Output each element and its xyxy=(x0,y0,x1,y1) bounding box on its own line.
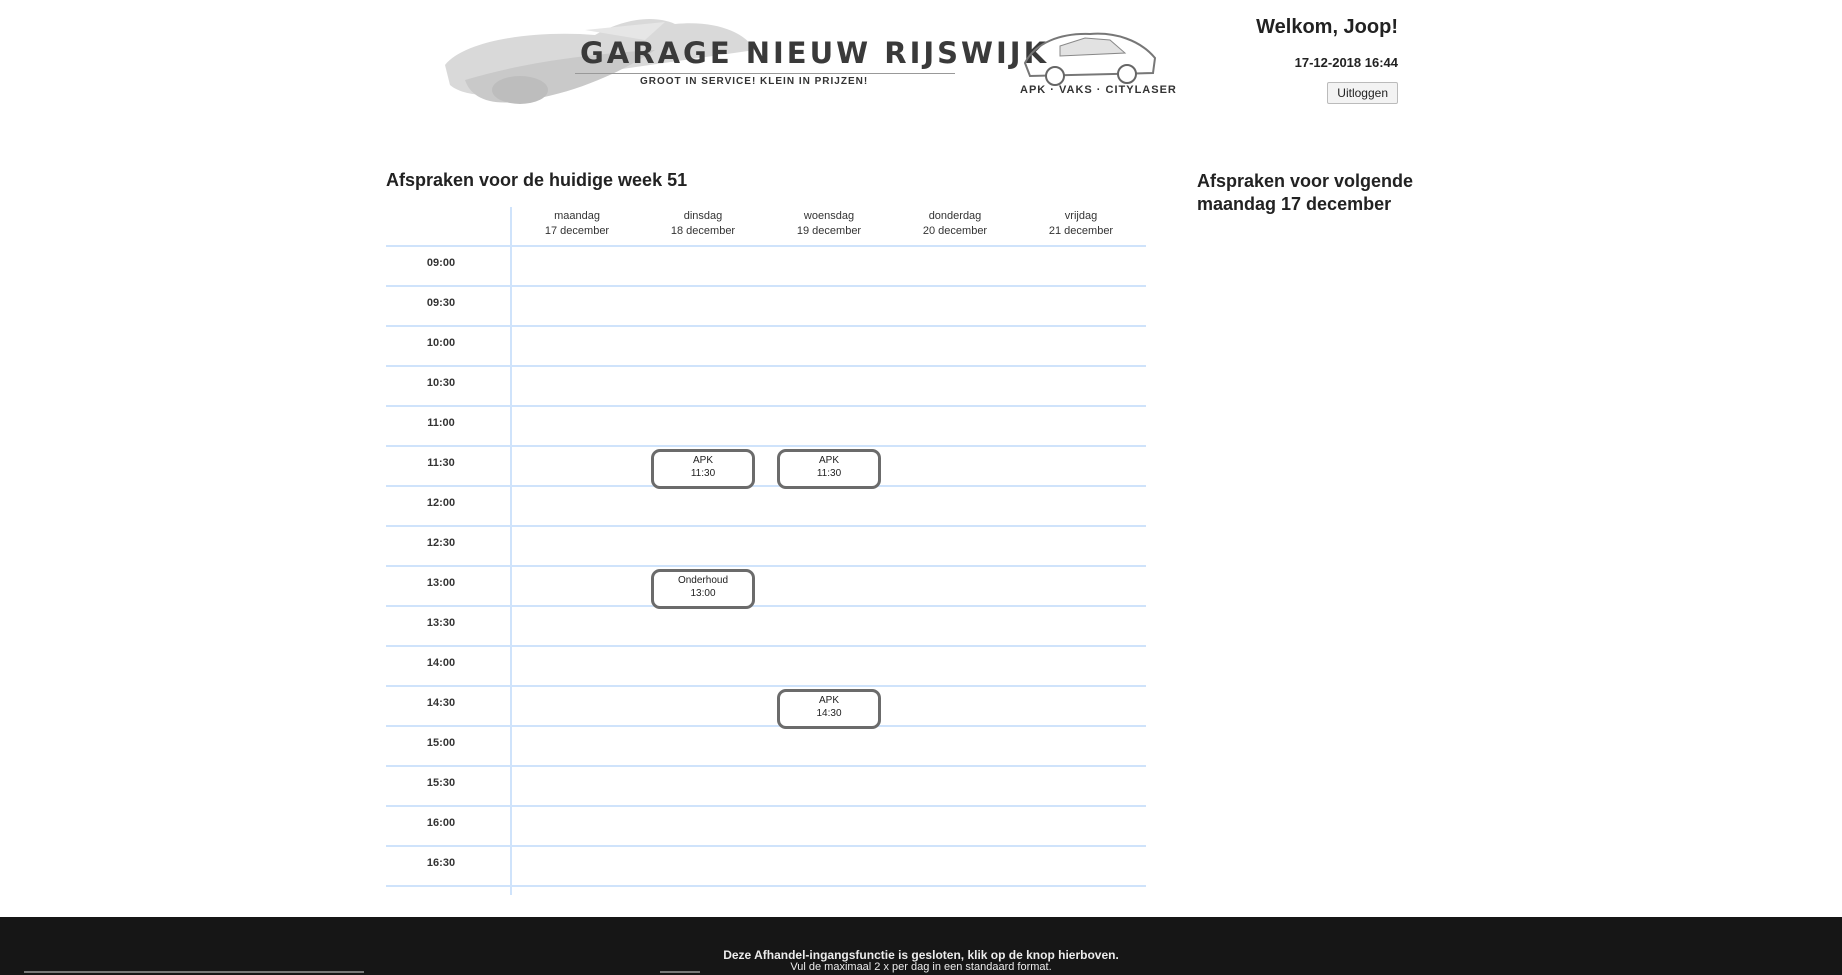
day-header-woensdag: woensdag 19 december xyxy=(766,209,892,239)
grid-row-line xyxy=(386,285,1146,287)
day-header-dinsdag: dinsdag 18 december xyxy=(640,209,766,239)
appointment-type: APK xyxy=(818,455,839,466)
current-datetime: 17-12-2018 16:44 xyxy=(1294,55,1398,70)
appointment-card[interactable]: APK 11:30 xyxy=(651,449,755,489)
time-slot-label: 12:00 xyxy=(426,497,456,509)
time-slot-label: 14:30 xyxy=(426,697,456,709)
grid-row-line xyxy=(386,565,1146,567)
appointment-time: 14:30 xyxy=(816,708,842,719)
next-day-schedule-title: Afspraken voor volgende maandag 17 decem… xyxy=(1197,171,1414,214)
day-name: donderdag xyxy=(928,210,982,222)
appointment-card[interactable]: APK 14:30 xyxy=(777,689,881,729)
grid-row-line xyxy=(386,645,1146,647)
footer-divider-mid xyxy=(660,971,700,973)
footer: Deze Afhandel-ingangsfunctie is gesloten… xyxy=(0,917,1842,975)
brand-divider xyxy=(575,73,955,74)
appointment-type: Onderhoud xyxy=(677,575,729,586)
header: GARAGE NIEUW RIJSWIJK GROOT IN SERVICE! … xyxy=(0,0,1842,130)
time-slot-label: 16:30 xyxy=(426,857,456,869)
time-slot-label: 11:30 xyxy=(427,457,455,469)
brand-title: GARAGE NIEUW RIJSWIJK xyxy=(580,36,1050,70)
appointment-time: 11:30 xyxy=(816,468,842,479)
appointment-type: APK xyxy=(818,695,839,706)
time-slot-label: 12:30 xyxy=(426,537,456,549)
user-panel: Welkom, Joop! 17-12-2018 16:44 Uitloggen xyxy=(1098,12,1398,104)
day-date: 21 december xyxy=(1048,225,1114,237)
time-slot-label: 14:00 xyxy=(426,657,456,669)
day-name: dinsdag xyxy=(683,210,723,222)
appointment-card[interactable]: Onderhoud 13:00 xyxy=(651,569,755,609)
brand-subtitle: GROOT IN SERVICE! KLEIN IN PRIJZEN! xyxy=(640,76,869,87)
grid-row-line xyxy=(386,445,1146,447)
week-calendar: maandag 17 december dinsdag 18 december woen… xyxy=(386,205,1146,895)
grid-row-line xyxy=(386,725,1146,727)
grid-row-line xyxy=(386,805,1146,807)
grid-row-line xyxy=(386,365,1146,367)
time-slot-label: 15:30 xyxy=(426,777,456,789)
day-header-vrijdag: vrijdag 21 december xyxy=(1018,209,1144,239)
day-name: maandag xyxy=(554,210,600,222)
time-slot-label: 10:00 xyxy=(426,337,456,349)
appointment-time: 11:30 xyxy=(690,468,716,479)
footer-line-1: Deze Afhandel-ingangsfunctie is gesloten… xyxy=(723,948,1119,962)
logout-button[interactable]: Uitloggen xyxy=(1327,82,1398,104)
time-slot-label: 09:00 xyxy=(426,257,456,269)
day-date: 18 december xyxy=(670,225,736,237)
grid-row-line xyxy=(386,765,1146,767)
grid-row-line xyxy=(386,245,1146,247)
grid-row-line xyxy=(386,405,1146,407)
time-slot-label: 13:00 xyxy=(426,577,456,589)
day-header-donderdag: donderdag 20 december xyxy=(892,209,1018,239)
grid-row-line xyxy=(386,525,1146,527)
time-slot-label: 10:30 xyxy=(426,377,456,389)
day-date: 19 december xyxy=(796,225,862,237)
time-column-divider xyxy=(510,207,512,895)
welcome-text: Welkom, Joop! xyxy=(1256,16,1398,38)
day-date: 20 december xyxy=(922,225,988,237)
grid-row-line xyxy=(386,325,1146,327)
time-slot-label: 16:00 xyxy=(426,817,456,829)
day-date: 17 december xyxy=(544,225,610,237)
time-slot-label: 09:30 xyxy=(426,297,456,309)
week-schedule-title: Afspraken voor de huidige week 51 xyxy=(386,170,688,190)
footer-divider-left xyxy=(24,971,364,973)
appointment-time: 13:00 xyxy=(690,588,716,599)
appointment-type: APK xyxy=(692,455,713,466)
grid-row-line xyxy=(386,885,1146,887)
grid-row-line xyxy=(386,845,1146,847)
time-slot-label: 13:30 xyxy=(426,617,456,629)
day-name: woensdag xyxy=(803,210,855,222)
time-slot-label: 15:00 xyxy=(426,737,456,749)
day-header-maandag: maandag 17 december xyxy=(514,209,640,239)
grid-row-line xyxy=(386,485,1146,487)
time-slot-label: 11:00 xyxy=(427,417,455,429)
grid-row-line xyxy=(386,605,1146,607)
grid-row-line xyxy=(386,685,1146,687)
appointment-card[interactable]: APK 11:30 xyxy=(777,449,881,489)
day-name: vrijdag xyxy=(1064,210,1098,222)
